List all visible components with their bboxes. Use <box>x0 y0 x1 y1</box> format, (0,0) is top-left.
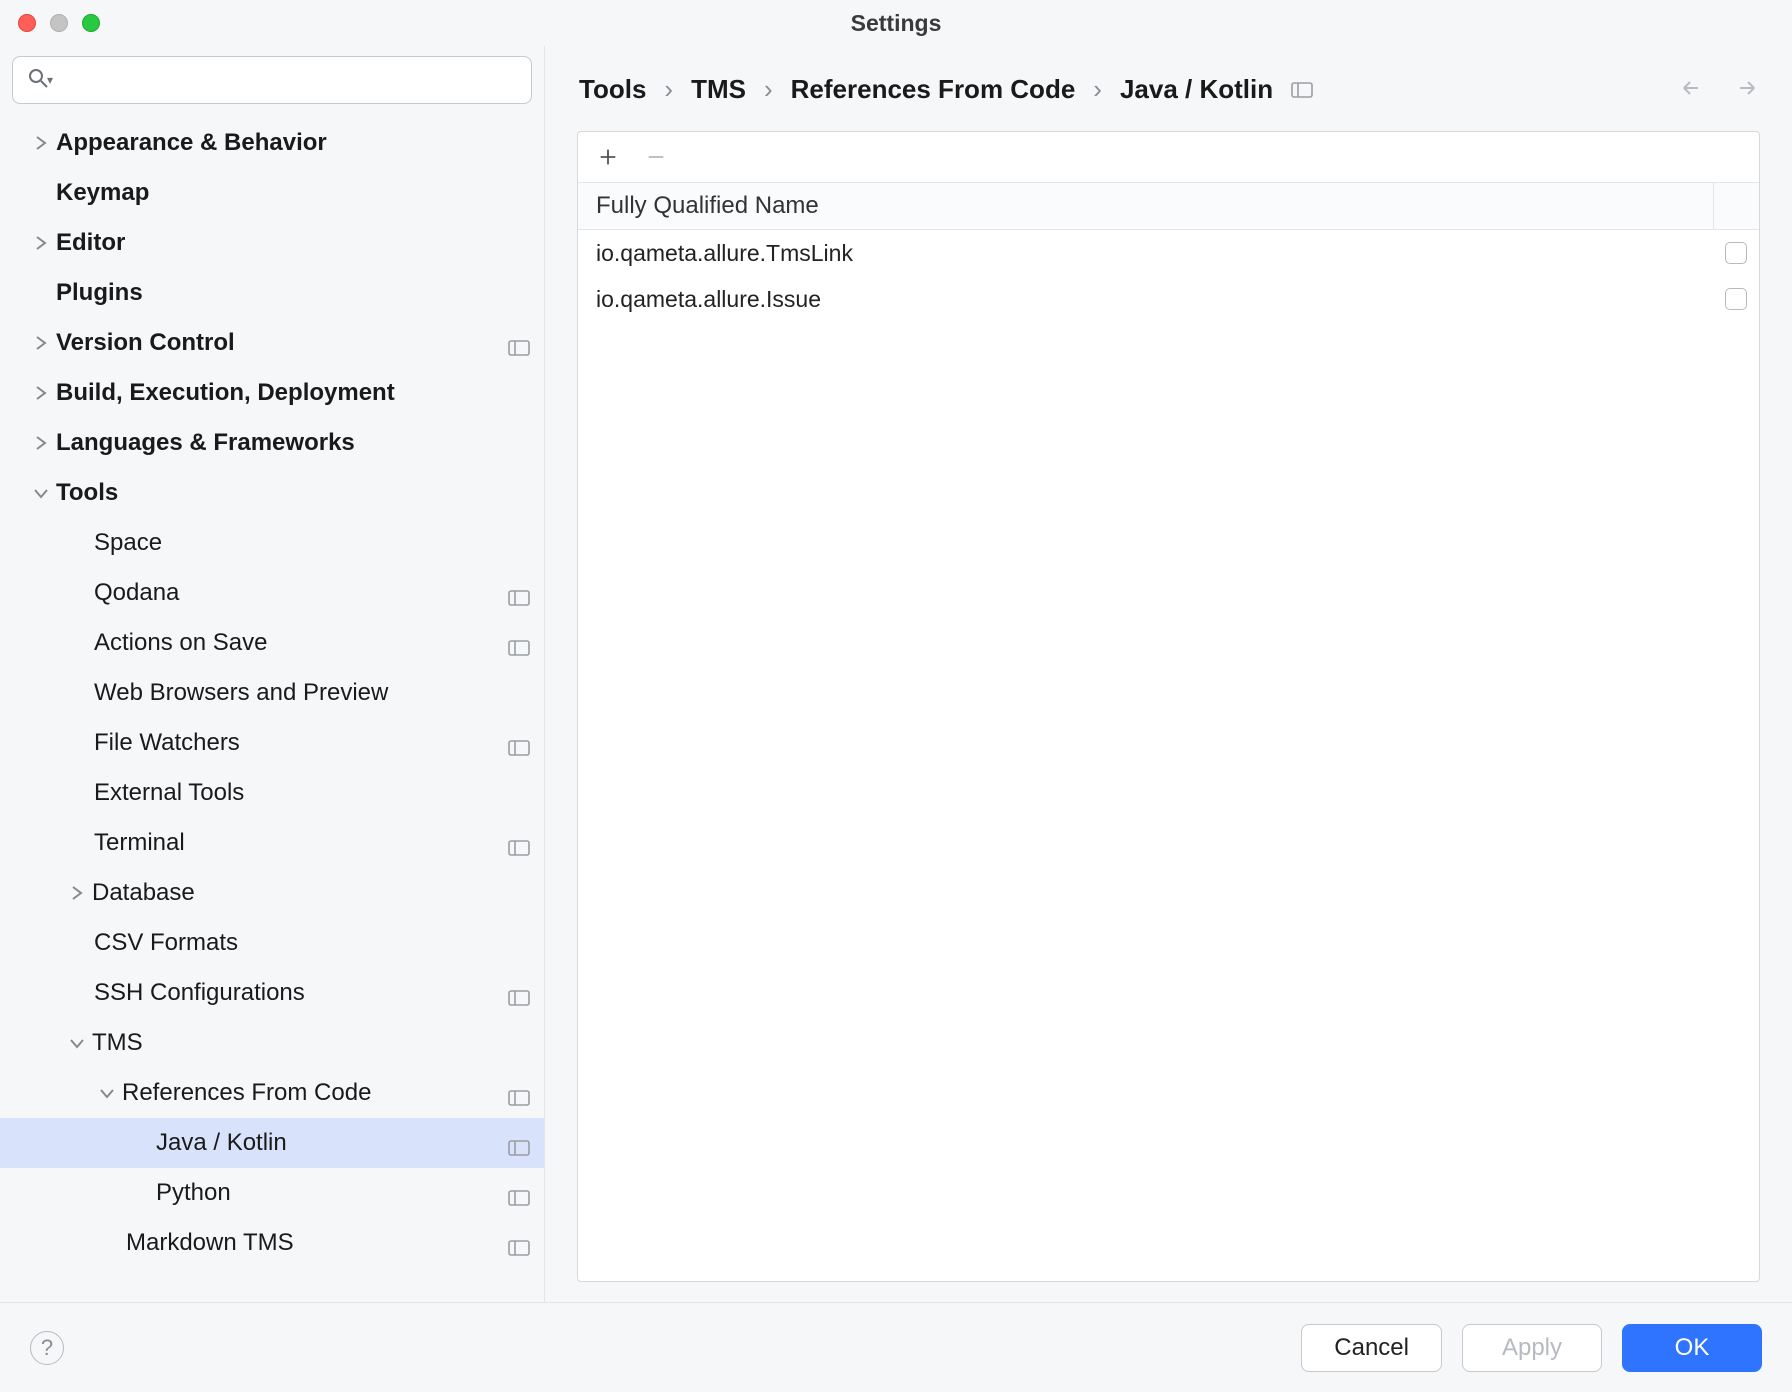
tree-item-editor[interactable]: Editor <box>0 218 544 268</box>
window-title: Settings <box>0 10 1792 37</box>
chevron-right-icon: › <box>664 74 673 105</box>
row-checkbox[interactable] <box>1725 288 1747 310</box>
settings-main: Tools › TMS › References From Code › Jav… <box>545 46 1792 1302</box>
breadcrumb-item[interactable]: Tools <box>579 74 646 105</box>
project-badge-icon <box>508 1085 530 1101</box>
row-checkbox[interactable] <box>1725 242 1747 264</box>
breadcrumb-item[interactable]: References From Code <box>791 74 1076 105</box>
project-badge-icon <box>508 635 530 651</box>
chevron-right-icon: › <box>1093 74 1102 105</box>
breadcrumb-item[interactable]: TMS <box>691 74 746 105</box>
tree-item-ssh[interactable]: SSH Configurations <box>0 968 544 1018</box>
settings-body: ▾ Appearance & Behavior Keymap Editor <box>0 46 1792 1302</box>
panel-toolbar <box>578 132 1759 182</box>
chevron-right-icon[interactable] <box>26 235 56 251</box>
project-badge-icon <box>1291 74 1313 105</box>
column-header-check <box>1713 183 1759 229</box>
chevron-right-icon[interactable] <box>26 435 56 451</box>
search-options-caret-icon[interactable]: ▾ <box>47 73 53 87</box>
tree-item-languages[interactable]: Languages & Frameworks <box>0 418 544 468</box>
table-row[interactable]: io.qameta.allure.Issue <box>578 276 1759 322</box>
fqn-cell: io.qameta.allure.Issue <box>578 286 1713 313</box>
tree-item-build[interactable]: Build, Execution, Deployment <box>0 368 544 418</box>
tree-item-appearance[interactable]: Appearance & Behavior <box>0 118 544 168</box>
help-button[interactable]: ? <box>30 1331 64 1365</box>
breadcrumb: Tools › TMS › References From Code › Jav… <box>579 74 1760 105</box>
chevron-right-icon[interactable] <box>26 135 56 151</box>
titlebar: Settings <box>0 0 1792 46</box>
project-badge-icon <box>508 585 530 601</box>
column-header-name: Fully Qualified Name <box>578 192 1713 220</box>
breadcrumb-item: Java / Kotlin <box>1120 74 1273 105</box>
tree-item-database[interactable]: Database <box>0 868 544 918</box>
tree-item-java-kotlin[interactable]: Java / Kotlin <box>0 1118 544 1168</box>
chevron-right-icon: › <box>764 74 773 105</box>
remove-button[interactable] <box>644 145 668 169</box>
chevron-right-icon[interactable] <box>26 335 56 351</box>
tree-item-terminal[interactable]: Terminal <box>0 818 544 868</box>
apply-button[interactable]: Apply <box>1462 1324 1602 1372</box>
chevron-down-icon[interactable] <box>62 1035 92 1051</box>
project-badge-icon <box>508 1235 530 1251</box>
settings-search[interactable]: ▾ <box>12 56 532 104</box>
search-icon <box>27 67 49 94</box>
search-input[interactable] <box>63 67 517 93</box>
tree-item-space[interactable]: Space <box>0 518 544 568</box>
project-badge-icon <box>508 985 530 1001</box>
tree-item-external-tools[interactable]: External Tools <box>0 768 544 818</box>
tree-item-web-browsers[interactable]: Web Browsers and Preview <box>0 668 544 718</box>
add-button[interactable] <box>596 145 620 169</box>
table-header: Fully Qualified Name <box>578 182 1759 230</box>
tree-item-references-from-code[interactable]: References From Code <box>0 1068 544 1118</box>
chevron-down-icon[interactable] <box>92 1085 122 1101</box>
chevron-down-icon[interactable] <box>26 485 56 501</box>
ok-button[interactable]: OK <box>1622 1324 1762 1372</box>
nav-forward-button[interactable] <box>1734 74 1760 105</box>
dialog-footer: ? Cancel Apply OK <box>0 1302 1792 1392</box>
chevron-right-icon[interactable] <box>26 385 56 401</box>
tree-item-qodana[interactable]: Qodana <box>0 568 544 618</box>
tree-item-tools[interactable]: Tools <box>0 468 544 518</box>
tree-item-python[interactable]: Python <box>0 1168 544 1218</box>
tree-item-plugins[interactable]: Plugins <box>0 268 544 318</box>
tree-item-csv[interactable]: CSV Formats <box>0 918 544 968</box>
tree-item-markdown-tms[interactable]: Markdown TMS <box>0 1218 544 1268</box>
tree-item-tms[interactable]: TMS <box>0 1018 544 1068</box>
settings-sidebar: ▾ Appearance & Behavior Keymap Editor <box>0 46 545 1302</box>
project-badge-icon <box>508 335 530 351</box>
settings-tree: Appearance & Behavior Keymap Editor Plug… <box>0 118 544 1302</box>
settings-window: Settings ▾ Appearance & Behavior Keymap <box>0 0 1792 1392</box>
nav-back-button[interactable] <box>1678 74 1704 105</box>
fqn-cell: io.qameta.allure.TmsLink <box>578 240 1713 267</box>
project-badge-icon <box>508 735 530 751</box>
tree-item-actions-on-save[interactable]: Actions on Save <box>0 618 544 668</box>
cancel-button[interactable]: Cancel <box>1301 1324 1442 1372</box>
project-badge-icon <box>508 835 530 851</box>
chevron-right-icon[interactable] <box>62 885 92 901</box>
fqn-panel: Fully Qualified Name io.qameta.allure.Tm… <box>577 131 1760 1282</box>
tree-item-version-control[interactable]: Version Control <box>0 318 544 368</box>
tree-item-file-watchers[interactable]: File Watchers <box>0 718 544 768</box>
tree-item-keymap[interactable]: Keymap <box>0 168 544 218</box>
table-row[interactable]: io.qameta.allure.TmsLink <box>578 230 1759 276</box>
project-badge-icon <box>508 1185 530 1201</box>
project-badge-icon <box>508 1135 530 1151</box>
